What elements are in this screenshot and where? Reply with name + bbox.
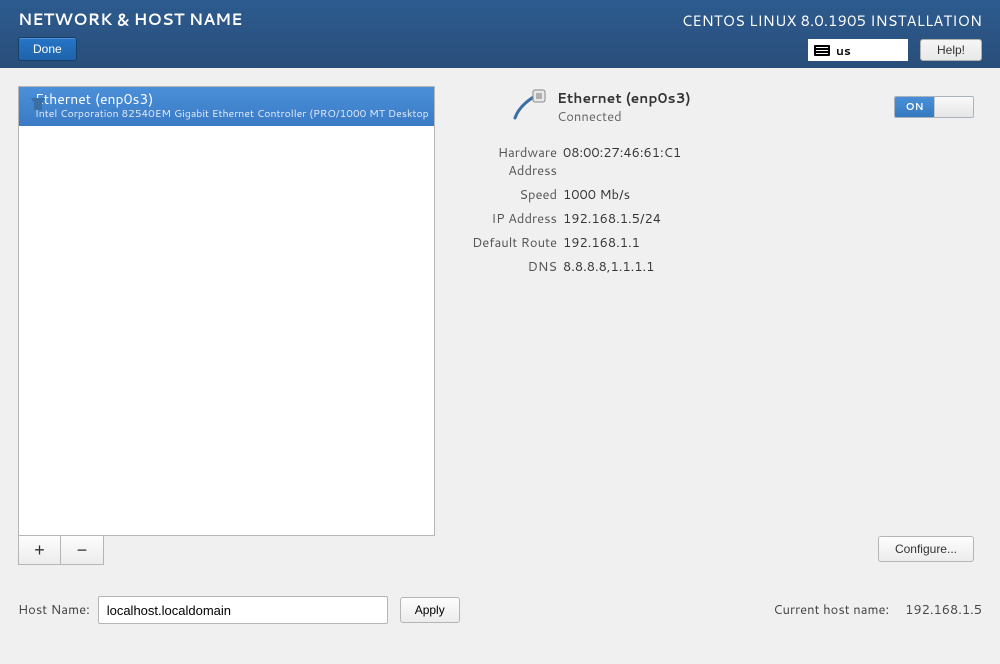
label-hardware-address: Hardware Address (449, 144, 557, 180)
hostname-label: Host Name: (18, 601, 90, 619)
current-hostname-value: 192.168.1.5 (905, 601, 982, 619)
interface-list[interactable]: Ethernet (enp0s3) Intel Corporation 8254… (18, 86, 435, 536)
toggle-on-label: ON (895, 97, 934, 117)
page-title: NETWORK & HOST NAME (18, 8, 242, 31)
keyboard-layout-label: us (836, 42, 851, 59)
connection-toggle[interactable]: ON (894, 96, 974, 118)
toggle-knob (934, 97, 973, 117)
ethernet-plug-icon (509, 88, 547, 126)
interface-description: Intel Corporation 82540EM Gigabit Ethern… (35, 108, 429, 121)
connection-status: Connected (557, 108, 691, 126)
done-button[interactable]: Done (18, 37, 77, 61)
current-hostname-label: Current host name: (773, 601, 889, 619)
add-remove-toolbar: + − (18, 536, 104, 565)
remove-interface-button[interactable]: − (61, 536, 103, 564)
apply-button[interactable]: Apply (400, 597, 460, 623)
label-dns: DNS (449, 258, 557, 276)
header-bar: NETWORK & HOST NAME Done CENTOS LINUX 8.… (0, 0, 1000, 68)
connection-title: Ethernet (enp0s3) (557, 88, 691, 108)
interface-name: Ethernet (enp0s3) (35, 91, 429, 108)
label-default-route: Default Route (449, 234, 557, 252)
add-interface-button[interactable]: + (19, 536, 61, 564)
header-left: NETWORK & HOST NAME Done (18, 4, 242, 68)
value-hardware-address: 08:00:27:46:61:C1 (563, 144, 982, 180)
label-speed: Speed (449, 186, 557, 204)
interface-list-item[interactable]: Ethernet (enp0s3) Intel Corporation 8254… (19, 87, 434, 126)
distro-title: CENTOS LINUX 8.0.1905 INSTALLATION (682, 10, 982, 31)
keyboard-icon (814, 45, 830, 56)
header-right: CENTOS LINUX 8.0.1905 INSTALLATION us He… (682, 4, 982, 68)
value-default-route: 192.168.1.1 (563, 234, 982, 252)
hostname-bar: Host Name: Apply Current host name: 192.… (18, 596, 982, 624)
keyboard-layout-indicator[interactable]: us (808, 39, 908, 61)
hostname-input[interactable] (98, 596, 388, 624)
help-button[interactable]: Help! (920, 39, 982, 61)
connection-details: Hardware Address 08:00:27:46:61:C1 Speed… (449, 144, 982, 276)
value-dns: 8.8.8.8,1.1.1.1 (563, 258, 982, 276)
value-ip-address: 192.168.1.5/24 (563, 210, 982, 228)
configure-button[interactable]: Configure... (878, 536, 974, 562)
value-speed: 1000 Mb/s (563, 186, 982, 204)
label-ip-address: IP Address (449, 210, 557, 228)
